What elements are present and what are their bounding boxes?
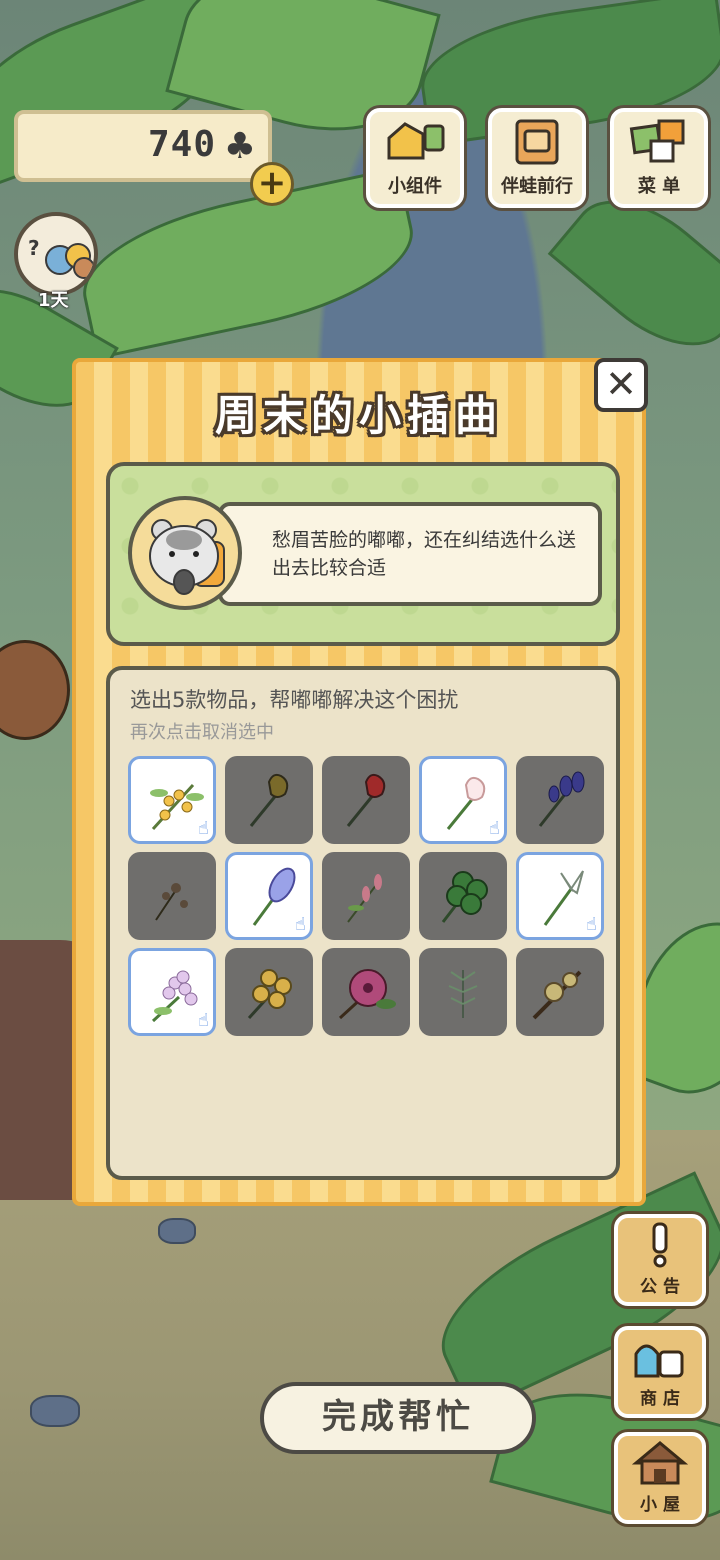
shop-button-label: 商 店 bbox=[640, 1389, 680, 1409]
plum-blossom-icon bbox=[532, 970, 582, 1020]
dried-flower-icon bbox=[155, 883, 188, 921]
item-slot-lilac[interactable]: ☝ bbox=[128, 948, 216, 1036]
story-text: 愁眉苦脸的嘟嘟，还在纠结选什么送出去比较合适 bbox=[272, 529, 577, 579]
item-grid: ☝ ☝ ☝ ☝ ☝ bbox=[128, 756, 606, 1036]
complete-help-button[interactable]: 完成帮忙 bbox=[260, 1382, 536, 1454]
frog-character[interactable] bbox=[0, 640, 70, 740]
item-slot-herb[interactable] bbox=[419, 948, 507, 1036]
brown-tulip-icon bbox=[249, 773, 289, 827]
shop-button[interactable]: 商 店 bbox=[614, 1326, 706, 1418]
clover-count: 740 bbox=[147, 124, 216, 165]
tap-hand-icon: ☝ bbox=[198, 818, 209, 839]
tap-hand-icon: ☝ bbox=[489, 818, 500, 839]
close-button[interactable]: ✕ bbox=[594, 358, 648, 412]
item-slot-red-tulip[interactable] bbox=[322, 756, 410, 844]
notice-button[interactable]: 公 告 bbox=[614, 1214, 706, 1306]
tap-hand-icon: ☝ bbox=[295, 914, 306, 935]
item-slot-plum-blossom[interactable] bbox=[516, 948, 604, 1036]
house-button-label: 小 屋 bbox=[640, 1495, 680, 1515]
hamster-portrait bbox=[128, 496, 242, 610]
red-tulip-icon bbox=[346, 773, 386, 827]
task-hint: 再次点击取消选中 bbox=[130, 722, 274, 743]
house-icon bbox=[618, 1436, 702, 1490]
stone-decoration bbox=[30, 1395, 80, 1427]
companion-button-label: 伴蛙前行 bbox=[501, 176, 573, 197]
dialog-title: 周末的小插曲 bbox=[214, 391, 503, 440]
widget-button[interactable]: 小组件 bbox=[366, 108, 464, 208]
menu-button[interactable]: 菜 单 bbox=[610, 108, 708, 208]
house-button[interactable]: 小 屋 bbox=[614, 1432, 706, 1524]
stone-decoration bbox=[158, 1218, 196, 1244]
widget-icon bbox=[370, 112, 460, 172]
visitor-avatar[interactable]: ? bbox=[14, 212, 98, 296]
herb-icon bbox=[448, 970, 478, 1018]
item-slot-iris[interactable] bbox=[516, 756, 604, 844]
event-dialog: 周末的小插曲 愁眉苦脸的嘟嘟，还在纠结选什么送出去比较合适 选出5款物品，帮嘟嘟… bbox=[72, 358, 646, 1454]
hamster-icon bbox=[149, 519, 225, 595]
menu-button-label: 菜 单 bbox=[637, 176, 681, 197]
clover-counter: 740 ♣ bbox=[14, 110, 272, 182]
yellow-flower-icon bbox=[247, 969, 292, 1020]
item-slot-hyacinth[interactable]: ☝ bbox=[225, 852, 313, 940]
add-clover-button[interactable]: + bbox=[250, 162, 294, 206]
iris-icon bbox=[538, 771, 585, 827]
day-counter: 1天 bbox=[38, 290, 69, 311]
book-icon bbox=[492, 112, 582, 172]
tap-hand-icon: ☝ bbox=[198, 1010, 209, 1031]
pink-sprig-icon bbox=[347, 874, 382, 923]
item-slot-four-leaf-clover[interactable] bbox=[419, 852, 507, 940]
item-slot-dried-flower[interactable] bbox=[128, 852, 216, 940]
four-leaf-clover-icon bbox=[441, 871, 488, 923]
shop-bag-icon bbox=[618, 1330, 702, 1384]
hibiscus-icon bbox=[338, 969, 396, 1020]
item-slot-osmanthus[interactable]: ☝ bbox=[128, 756, 216, 844]
item-slot-hibiscus[interactable] bbox=[322, 948, 410, 1036]
item-slot-lily[interactable]: ☝ bbox=[516, 852, 604, 940]
task-title: 选出5款物品，帮嘟嘟解决这个困扰 bbox=[130, 688, 459, 712]
task-panel: 选出5款物品，帮嘟嘟解决这个困扰 再次点击取消选中 ☝ ☝ ☝ ☝ ☝ 完成帮忙 bbox=[106, 666, 620, 1454]
item-slot-brown-tulip[interactable] bbox=[225, 756, 313, 844]
notice-button-label: 公 告 bbox=[640, 1277, 680, 1297]
story-panel: 愁眉苦脸的嘟嘟，还在纠结选什么送出去比较合适 bbox=[106, 462, 620, 646]
companion-button[interactable]: 伴蛙前行 bbox=[488, 108, 586, 208]
widget-button-label: 小组件 bbox=[388, 176, 442, 197]
speech-bubble: 愁眉苦脸的嘟嘟，还在纠结选什么送出去比较合适 bbox=[218, 502, 602, 606]
item-slot-pink-sprig[interactable] bbox=[322, 852, 410, 940]
item-slot-white-tulip[interactable]: ☝ bbox=[419, 756, 507, 844]
visitors-icon bbox=[45, 243, 94, 279]
exclamation-icon bbox=[618, 1218, 702, 1272]
clover-icon: ♣ bbox=[223, 126, 256, 167]
item-slot-yellow-flower[interactable] bbox=[225, 948, 313, 1036]
tap-hand-icon: ☝ bbox=[586, 914, 597, 935]
menu-icon bbox=[614, 112, 704, 172]
